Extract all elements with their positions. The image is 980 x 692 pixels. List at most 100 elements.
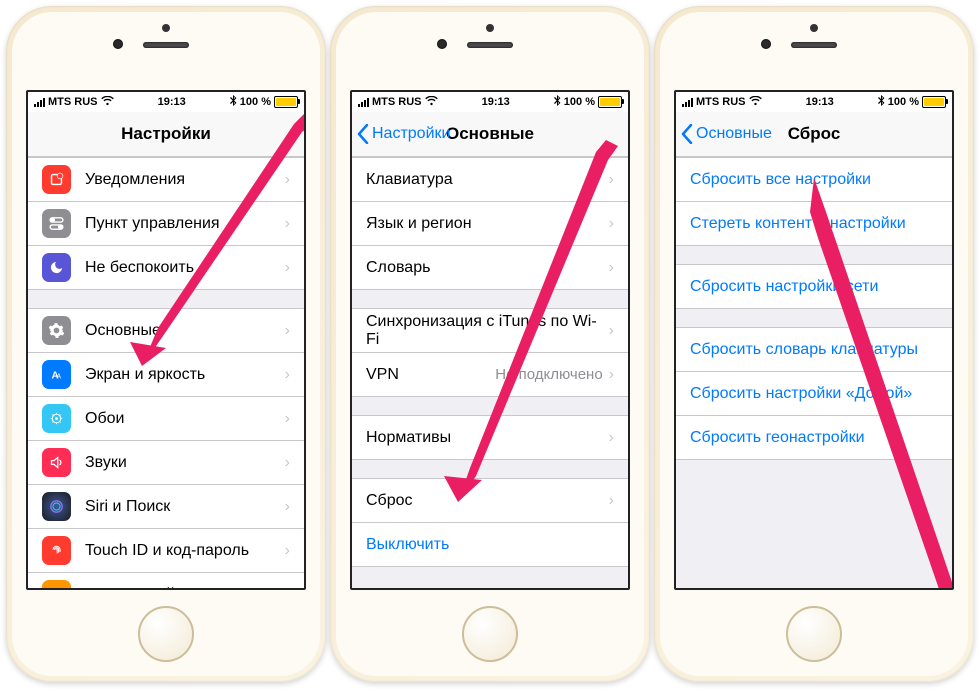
row-sos[interactable]: SOS Экстренный вызов — SOS › — [28, 572, 304, 588]
row-reset-network[interactable]: Сбросить настройки сети — [676, 265, 952, 308]
row-label: Сбросить геонастройки — [690, 429, 938, 447]
battery-pct: 100 % — [240, 96, 271, 108]
row-reset-keyboard-dict[interactable]: Сбросить словарь клавиатуры — [676, 328, 952, 371]
row-reset-location[interactable]: Сбросить геонастройки — [676, 415, 952, 459]
row-label: Сбросить настройки «Домой» — [690, 385, 938, 403]
wifi-icon — [101, 96, 114, 109]
row-dictionary[interactable]: Словарь › — [352, 245, 628, 289]
row-reset-home[interactable]: Сбросить настройки «Домой» — [676, 371, 952, 415]
row-language-region[interactable]: Язык и регион › — [352, 201, 628, 245]
row-erase-content[interactable]: Стереть контент и настройки — [676, 201, 952, 245]
row-label: Экстренный вызов — SOS — [85, 586, 285, 589]
row-label: Экран и яркость — [85, 366, 285, 384]
row-reset[interactable]: Сброс › — [352, 479, 628, 522]
settings-table[interactable]: Уведомления › Пункт управления › — [28, 157, 304, 588]
battery-icon — [598, 96, 622, 108]
fingerprint-icon — [42, 536, 71, 565]
row-label: Обои — [85, 410, 285, 428]
row-display[interactable]: AA Экран и яркость › — [28, 352, 304, 396]
row-itunes-sync[interactable]: Синхронизация с iTunes по Wi-Fi › — [352, 309, 628, 352]
nav-bar: Основные Сброс — [676, 112, 952, 157]
back-button[interactable]: Настройки — [356, 112, 450, 156]
back-label: Настройки — [372, 125, 450, 143]
row-reset-all[interactable]: Сбросить все настройки — [676, 158, 952, 201]
row-general[interactable]: Основные › — [28, 309, 304, 352]
chevron-right-icon: › — [609, 322, 614, 340]
sos-icon: SOS — [42, 580, 71, 588]
phone-frame-1: MTS RUS 19:13 100 % Настройки — [6, 6, 326, 682]
status-bar: MTS RUS 19:13 100 % — [28, 92, 304, 112]
bluetooth-icon — [878, 95, 885, 109]
general-table[interactable]: Клавиатура › Язык и регион › Словарь › С… — [352, 157, 628, 588]
row-shutdown[interactable]: Выключить — [352, 522, 628, 566]
carrier-label: MTS RUS — [48, 96, 98, 108]
row-siri[interactable]: Siri и Поиск › — [28, 484, 304, 528]
row-regulatory[interactable]: Нормативы › — [352, 416, 628, 459]
row-detail: Не подключено — [495, 366, 602, 383]
chevron-right-icon: › — [285, 542, 290, 560]
display-icon: AA — [42, 360, 71, 389]
row-label: Сброс — [366, 492, 609, 510]
chevron-right-icon: › — [609, 429, 614, 447]
phone-frame-3: MTS RUS 19:13 100 % Основные — [654, 6, 974, 682]
row-label: Звуки — [85, 454, 285, 472]
chevron-right-icon: › — [609, 215, 614, 233]
row-wallpaper[interactable]: Обои › — [28, 396, 304, 440]
stage: MTS RUS 19:13 100 % Настройки — [0, 0, 980, 688]
row-label: Выключить — [366, 536, 614, 554]
row-label: Основные — [85, 322, 285, 340]
row-dnd[interactable]: Не беспокоить › — [28, 245, 304, 289]
chevron-right-icon: › — [285, 586, 290, 589]
battery-pct: 100 % — [564, 96, 595, 108]
row-label: Сбросить все настройки — [690, 171, 938, 189]
back-button[interactable]: Основные — [680, 112, 772, 156]
home-button[interactable] — [786, 606, 842, 662]
row-touchid[interactable]: Touch ID и код-пароль › — [28, 528, 304, 572]
screen-2: MTS RUS 19:13 100 % Настройки — [350, 90, 630, 590]
chevron-right-icon: › — [609, 366, 614, 384]
row-notifications[interactable]: Уведомления › — [28, 158, 304, 201]
row-label: Нормативы — [366, 429, 609, 447]
carrier-label: MTS RUS — [372, 96, 422, 108]
battery-icon — [274, 96, 298, 108]
page-title: Настройки — [121, 124, 211, 144]
row-label: Клавиатура — [366, 171, 609, 189]
status-bar: MTS RUS 19:13 100 % — [676, 92, 952, 112]
row-label: Сбросить настройки сети — [690, 278, 938, 296]
chevron-right-icon: › — [285, 215, 290, 233]
back-label: Основные — [696, 125, 772, 143]
screen-3: MTS RUS 19:13 100 % Основные — [674, 90, 954, 590]
wallpaper-icon — [42, 404, 71, 433]
screen-1: MTS RUS 19:13 100 % Настройки — [26, 90, 306, 590]
chevron-right-icon: › — [609, 492, 614, 510]
moon-icon — [42, 253, 71, 282]
wifi-icon — [425, 96, 438, 109]
home-button[interactable] — [138, 606, 194, 662]
clock: 19:13 — [438, 96, 554, 108]
chevron-right-icon: › — [609, 171, 614, 189]
chevron-right-icon: › — [285, 410, 290, 428]
siri-icon — [42, 492, 71, 521]
battery-icon — [922, 96, 946, 108]
row-keyboard[interactable]: Клавиатура › — [352, 158, 628, 201]
row-label: Пункт управления — [85, 215, 285, 233]
bell-icon — [42, 165, 71, 194]
chevron-right-icon: › — [285, 322, 290, 340]
gear-icon — [42, 316, 71, 345]
battery-pct: 100 % — [888, 96, 919, 108]
chevron-right-icon: › — [285, 171, 290, 189]
row-vpn[interactable]: VPN Не подключено › — [352, 352, 628, 396]
row-label: VPN — [366, 366, 495, 384]
home-button[interactable] — [462, 606, 518, 662]
row-label: Siri и Поиск — [85, 498, 285, 516]
reset-table[interactable]: Сбросить все настройки Стереть контент и… — [676, 157, 952, 588]
chevron-right-icon: › — [609, 259, 614, 277]
row-control-center[interactable]: Пункт управления › — [28, 201, 304, 245]
nav-bar: Настройки Основные — [352, 112, 628, 157]
row-sounds[interactable]: Звуки › — [28, 440, 304, 484]
phone-frame-2: MTS RUS 19:13 100 % Настройки — [330, 6, 650, 682]
clock: 19:13 — [762, 96, 878, 108]
chevron-right-icon: › — [285, 454, 290, 472]
carrier-label: MTS RUS — [696, 96, 746, 108]
chevron-right-icon: › — [285, 366, 290, 384]
